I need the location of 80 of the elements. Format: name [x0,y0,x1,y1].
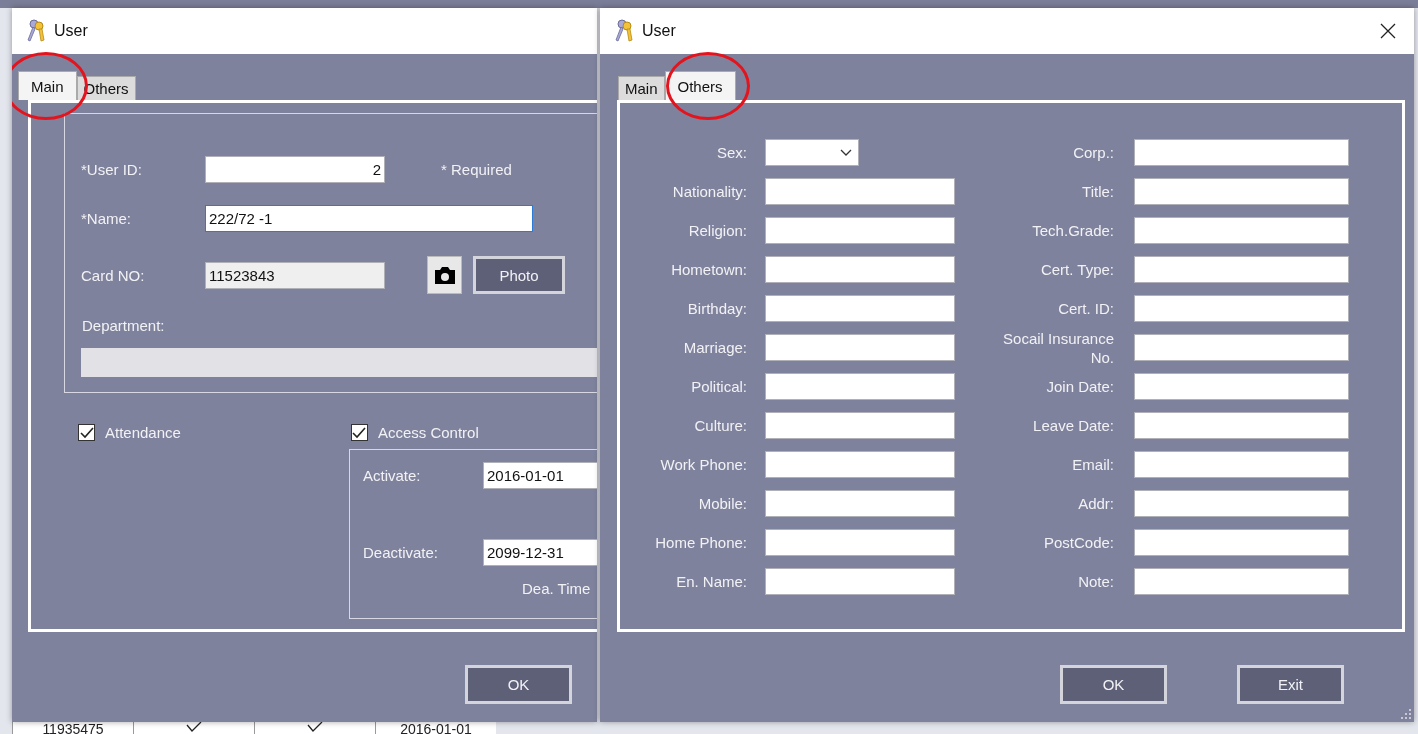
text-field[interactable] [765,490,955,517]
window-title: User [54,22,88,40]
field-label: Work Phone: [659,456,748,473]
field-label: Note: [1077,572,1115,591]
name-field[interactable]: 222/72 -1 [205,205,533,232]
field-label: Title: [1081,182,1115,201]
text-field[interactable] [765,256,955,283]
field-label: Join Date: [1045,377,1115,396]
dialog-button[interactable]: OK [1060,665,1167,704]
text-field[interactable] [1134,334,1349,361]
field-label: Hometown: [670,261,748,278]
text-field[interactable] [1134,451,1349,478]
field-label: Nationality: [671,183,748,200]
field-label: Dea. Time [522,580,592,597]
resize-grip-icon [1401,709,1411,719]
text-field[interactable] [765,373,955,400]
text-field[interactable] [1134,178,1349,205]
text-field[interactable] [765,529,955,556]
field-label: Sex: [716,144,748,161]
field-label: Addr: [1077,494,1115,513]
date-field[interactable]: 2016-01-01 [483,462,597,489]
camera-icon [432,265,457,285]
text-field[interactable] [1134,490,1349,517]
field-label: Culture: [693,417,748,434]
text-field[interactable] [765,295,955,322]
field-label: Political: [690,378,748,395]
photo-button[interactable]: Photo [473,256,565,294]
checkbox-label: Attendance [105,424,181,441]
text-field[interactable] [1134,373,1349,400]
field-label: Cert. ID: [1057,299,1115,318]
close-button[interactable] [1380,23,1396,39]
field-label: PostCode: [1042,533,1115,552]
text-field[interactable] [765,178,955,205]
field-label: Email: [1071,455,1115,474]
date-field[interactable]: 2099-12-31 [483,539,597,566]
keys-icon [26,19,46,43]
field-label: Religion: [687,222,748,239]
checkbox[interactable] [350,424,368,441]
keys-icon [614,19,634,43]
text-field[interactable] [1134,529,1349,556]
field-label: Corp.: [1072,143,1115,162]
field-label: *User ID: [81,161,143,178]
dropdown[interactable] [765,139,859,166]
text-field[interactable] [1134,295,1349,322]
field-label: Activate: [363,467,422,484]
text-field[interactable] [1134,568,1349,595]
tab[interactable]: Main [618,76,665,100]
field-label: Card NO: [81,266,146,284]
field-label: *Name: [81,210,133,227]
field-label: Birthday: [686,300,748,317]
field-label: Department: [82,317,166,334]
checkbox[interactable] [78,424,95,441]
checkbox-label: Access Control [377,424,479,441]
text-field[interactable] [765,334,955,361]
field-label: Home Phone: [654,534,748,551]
field-label: Socail Insurance No. [1002,328,1115,367]
field-label: Cert. Type: [1039,260,1115,279]
text-field[interactable] [765,412,955,439]
tab[interactable]: Others [664,71,736,100]
text-field[interactable] [1134,256,1349,283]
field-label: Mobile: [697,495,748,512]
tab[interactable]: Main [18,71,77,100]
text-field[interactable] [1134,217,1349,244]
field-label: En. Name: [675,573,748,590]
field-label: Deactivate: [363,544,440,561]
text-field[interactable] [1134,139,1349,166]
text-field[interactable] [765,568,955,595]
dialog-button[interactable]: OK [465,665,572,704]
field-label: Tech.Grade: [1031,221,1115,240]
field-label: Leave Date: [1032,416,1115,435]
field-label: Marriage: [682,339,748,356]
window-title: User [642,22,676,40]
text-field[interactable] [1134,412,1349,439]
camera-button[interactable] [427,256,462,294]
text-field[interactable] [765,451,955,478]
required-note: * Required [441,161,512,178]
text-field[interactable] [765,217,955,244]
dialog-button[interactable]: Exit [1237,665,1344,704]
chevron-down-icon [840,148,852,157]
user-id-field[interactable]: 2 [205,156,385,183]
